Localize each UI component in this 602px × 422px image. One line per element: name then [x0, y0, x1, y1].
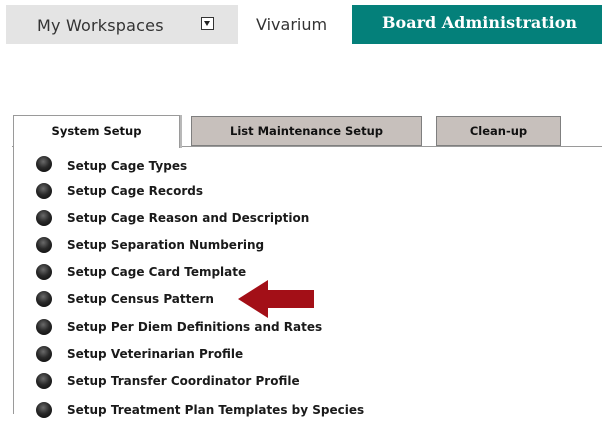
my-workspaces-label: My Workspaces: [37, 16, 164, 35]
tab-clean-up-label: Clean-up: [469, 124, 528, 138]
bullet-icon: [36, 237, 52, 253]
menu-item-label[interactable]: Setup Per Diem Definitions and Rates: [67, 319, 322, 335]
top-navigation: My Workspaces Vivarium Board Administrat…: [0, 0, 602, 46]
board-administration-label: Board Administration: [382, 13, 578, 32]
bullet-icon: [36, 346, 52, 362]
vivarium-label: Vivarium: [256, 15, 328, 34]
my-workspaces-menu[interactable]: My Workspaces: [6, 5, 238, 44]
menu-item-label[interactable]: Setup Cage Card Template: [67, 264, 246, 280]
menu-item-label[interactable]: Setup Veterinarian Profile: [67, 346, 243, 362]
bullet-icon: [36, 183, 52, 199]
menu-item-label[interactable]: Setup Treatment Plan Templates by Specie…: [67, 402, 364, 418]
tab-system-setup[interactable]: System Setup: [13, 115, 180, 148]
menu-item-label[interactable]: Setup Cage Records: [67, 183, 203, 199]
bullet-icon: [36, 291, 52, 307]
bullet-icon: [36, 264, 52, 280]
menu-item-label[interactable]: Setup Separation Numbering: [67, 237, 264, 253]
bullet-icon: [36, 319, 52, 335]
tab-list-maintenance-setup[interactable]: List Maintenance Setup: [191, 116, 422, 146]
bullet-icon: [36, 373, 52, 389]
red-arrow-left-icon: [238, 280, 314, 318]
dropdown-arrow-icon[interactable]: [201, 17, 214, 30]
bullet-icon: [36, 156, 52, 172]
menu-item-label[interactable]: Setup Transfer Coordinator Profile: [67, 373, 300, 389]
tab-clean-up[interactable]: Clean-up: [436, 116, 561, 146]
menu-item-label[interactable]: Setup Census Pattern: [67, 291, 214, 307]
menu-item-label[interactable]: Setup Cage Reason and Description: [67, 210, 309, 226]
tab-system-setup-label: System Setup: [51, 124, 142, 138]
vivarium-tab[interactable]: Vivarium: [240, 5, 350, 44]
menu-item-label[interactable]: Setup Cage Types: [67, 158, 187, 174]
bullet-icon: [36, 402, 52, 418]
panel-border: [13, 146, 14, 414]
board-administration-tab[interactable]: Board Administration: [352, 5, 602, 44]
bullet-icon: [36, 210, 52, 226]
tab-list-maintenance-setup-label: List Maintenance Setup: [230, 124, 383, 138]
